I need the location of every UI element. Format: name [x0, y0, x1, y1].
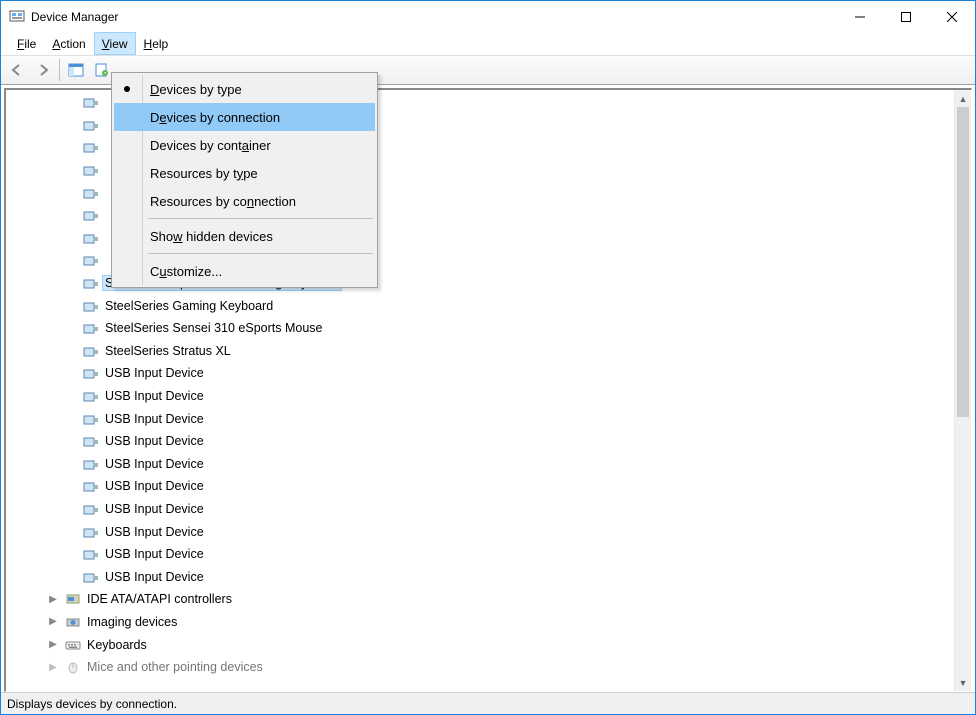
tree-row-device[interactable]: SteelSeries Gaming Keyboard	[7, 294, 970, 317]
category-label: Keyboards	[85, 638, 149, 652]
hid-device-icon	[83, 252, 99, 268]
tree-row-device[interactable]: SteelSeries Stratus XL	[7, 340, 970, 363]
window-title: Device Manager	[31, 10, 118, 24]
hid-device-icon	[83, 456, 99, 472]
dd-devices-by-type[interactable]: Devices by type	[114, 75, 375, 103]
dd-customize[interactable]: Customize...	[114, 257, 375, 285]
minimize-button[interactable]	[837, 1, 883, 32]
dropdown-separator	[148, 253, 373, 254]
hid-device-icon	[83, 433, 99, 449]
device-label: SteelSeries Sensei 310 eSports Mouse	[103, 321, 325, 335]
imaging-icon	[65, 614, 81, 630]
device-manager-window: Device Manager File Action View Help	[0, 0, 976, 715]
device-label: USB Input Device	[103, 434, 206, 448]
dd-resources-by-type[interactable]: Resources by type	[114, 159, 375, 187]
hid-device-icon	[83, 524, 99, 540]
tree-row-category[interactable]: ▶ Mice and other pointing devices	[7, 656, 970, 679]
hid-device-icon	[83, 207, 99, 223]
hid-device-icon	[83, 117, 99, 133]
tree-row-device[interactable]: USB Input Device	[7, 498, 970, 521]
vertical-scrollbar[interactable]: ▲ ▼	[954, 90, 971, 691]
hid-device-icon	[83, 569, 99, 585]
hid-device-icon	[83, 230, 99, 246]
window-controls	[837, 1, 975, 32]
scroll-up-icon[interactable]: ▲	[955, 90, 971, 107]
expand-icon[interactable]: ▶	[45, 639, 61, 650]
hid-device-icon	[83, 139, 99, 155]
mouse-icon	[65, 659, 81, 675]
status-text: Displays devices by connection.	[7, 697, 177, 711]
hid-device-icon	[83, 275, 99, 291]
dd-show-hidden[interactable]: Show hidden devices	[114, 222, 375, 250]
scrollbar-thumb[interactable]	[957, 107, 969, 417]
menu-action[interactable]: Action	[44, 32, 93, 55]
tree-row-category[interactable]: ▶ IDE ATA/ATAPI controllers	[7, 588, 970, 611]
device-label: USB Input Device	[103, 547, 206, 561]
category-label: IDE ATA/ATAPI controllers	[85, 592, 234, 606]
menu-help[interactable]: Help	[136, 32, 177, 55]
device-label: SteelSeries Stratus XL	[103, 344, 233, 358]
hid-device-icon	[83, 365, 99, 381]
hid-device-icon	[83, 162, 99, 178]
dd-devices-by-connection[interactable]: Devices by connection	[114, 103, 375, 131]
dropdown-separator	[148, 218, 373, 219]
dd-devices-by-container[interactable]: Devices by container	[114, 131, 375, 159]
device-label: USB Input Device	[103, 525, 206, 539]
titlebar: Device Manager	[1, 1, 975, 32]
expand-icon[interactable]: ▶	[45, 662, 61, 673]
hid-device-icon	[83, 478, 99, 494]
tree-row-device[interactable]: USB Input Device	[7, 385, 970, 408]
tree-row-category[interactable]: ▶ Imaging devices	[7, 611, 970, 634]
category-label: Imaging devices	[85, 615, 179, 629]
hid-device-icon	[83, 185, 99, 201]
hid-device-icon	[83, 411, 99, 427]
category-label: Mice and other pointing devices	[85, 660, 265, 674]
keyboard-icon	[65, 637, 81, 653]
tree-row-device[interactable]: USB Input Device	[7, 430, 970, 453]
menubar: File Action View Help	[1, 32, 975, 55]
view-dropdown: Devices by type Devices by connection De…	[111, 72, 378, 288]
tree-row-device[interactable]: USB Input Device	[7, 362, 970, 385]
hid-device-icon	[83, 298, 99, 314]
show-hide-tree-button[interactable]	[64, 58, 88, 82]
tree-row-device[interactable]: USB Input Device	[7, 543, 970, 566]
scroll-down-icon[interactable]: ▼	[955, 674, 971, 691]
hid-device-icon	[83, 501, 99, 517]
radio-bullet-icon	[124, 86, 130, 92]
expand-icon[interactable]: ▶	[45, 594, 61, 605]
device-label: SteelSeries Gaming Keyboard	[103, 299, 275, 313]
device-label: USB Input Device	[103, 457, 206, 471]
device-label: USB Input Device	[103, 502, 206, 516]
maximize-button[interactable]	[883, 1, 929, 32]
hid-device-icon	[83, 343, 99, 359]
device-label: USB Input Device	[103, 389, 206, 403]
hid-device-icon	[83, 94, 99, 110]
menu-file[interactable]: File	[9, 32, 44, 55]
hid-device-icon	[83, 546, 99, 562]
tree-row-device[interactable]: USB Input Device	[7, 520, 970, 543]
ide-controller-icon	[65, 591, 81, 607]
statusbar: Displays devices by connection.	[1, 692, 975, 714]
scrollbar-track[interactable]	[955, 107, 971, 674]
hid-device-icon	[83, 320, 99, 336]
tree-row-device[interactable]: USB Input Device	[7, 565, 970, 588]
tree-row-device[interactable]: SteelSeries Sensei 310 eSports Mouse	[7, 317, 970, 340]
device-label: USB Input Device	[103, 570, 206, 584]
expand-icon[interactable]: ▶	[45, 616, 61, 627]
tree-row-category[interactable]: ▶ Keyboards	[7, 633, 970, 656]
device-label: USB Input Device	[103, 479, 206, 493]
tree-row-device[interactable]: USB Input Device	[7, 475, 970, 498]
tree-row-device[interactable]: USB Input Device	[7, 453, 970, 476]
close-button[interactable]	[929, 1, 975, 32]
toolbar-separator	[59, 59, 60, 81]
tree-row-device[interactable]: USB Input Device	[7, 407, 970, 430]
device-label: USB Input Device	[103, 366, 206, 380]
hid-device-icon	[83, 388, 99, 404]
app-icon	[9, 9, 25, 25]
back-button[interactable]	[5, 58, 29, 82]
menu-view[interactable]: View	[94, 32, 136, 55]
forward-button[interactable]	[31, 58, 55, 82]
dd-resources-by-connection[interactable]: Resources by connection	[114, 187, 375, 215]
device-label: USB Input Device	[103, 412, 206, 426]
